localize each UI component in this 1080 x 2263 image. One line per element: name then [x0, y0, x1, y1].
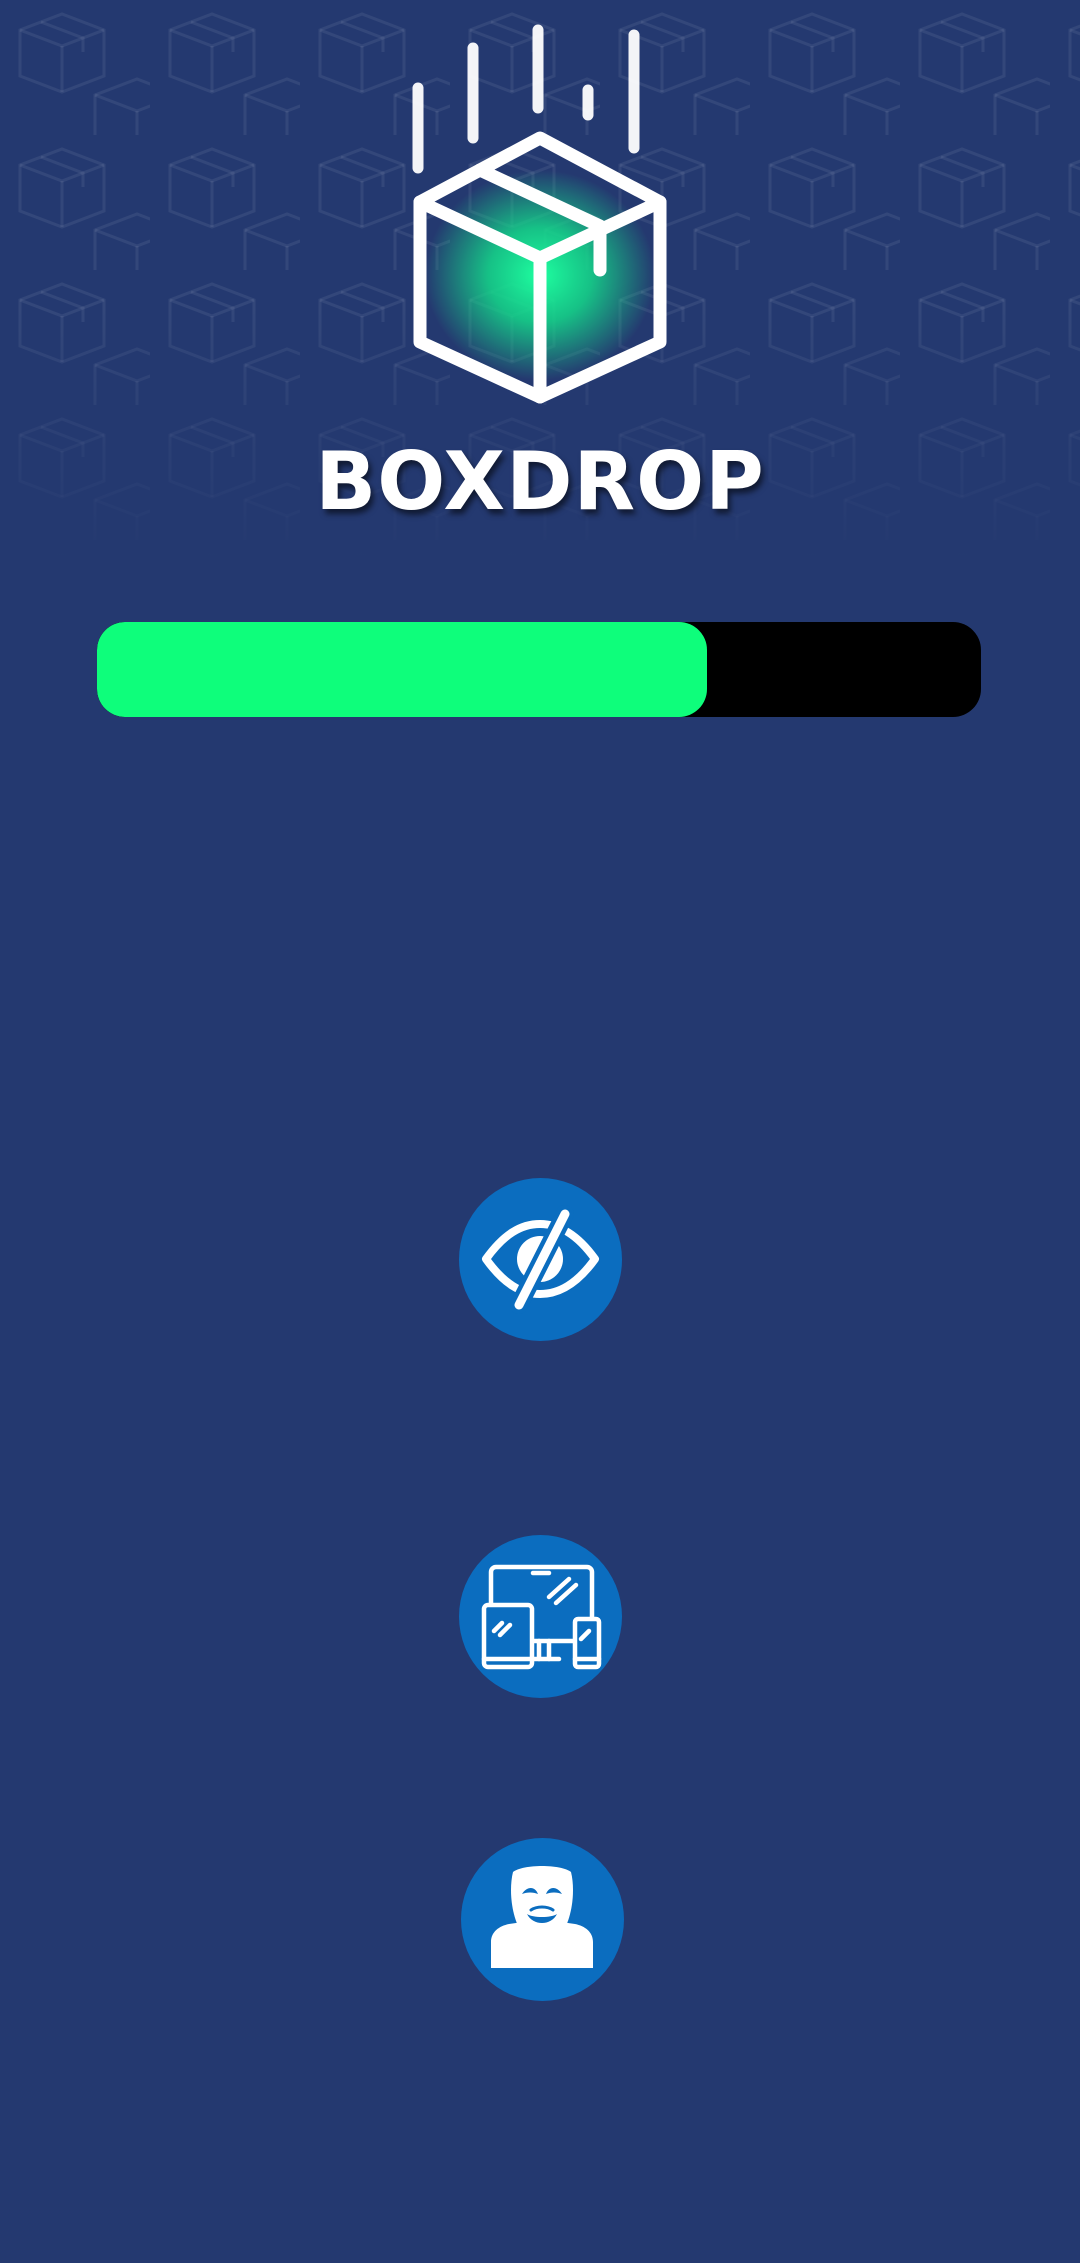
boxdrop-logo-icon	[390, 20, 690, 410]
brand-title: BOXDROP	[315, 435, 765, 528]
multi-device-icon	[481, 1564, 602, 1670]
anonymous-feature-button[interactable]	[461, 1838, 624, 2001]
multi-device-feature-button[interactable]	[459, 1535, 622, 1698]
privacy-feature-button[interactable]	[459, 1178, 622, 1341]
loading-progress-bar	[97, 622, 981, 717]
anonymous-mask-icon	[491, 1866, 593, 1968]
loading-progress-fill	[97, 622, 707, 717]
eye-slash-icon	[482, 1205, 599, 1314]
